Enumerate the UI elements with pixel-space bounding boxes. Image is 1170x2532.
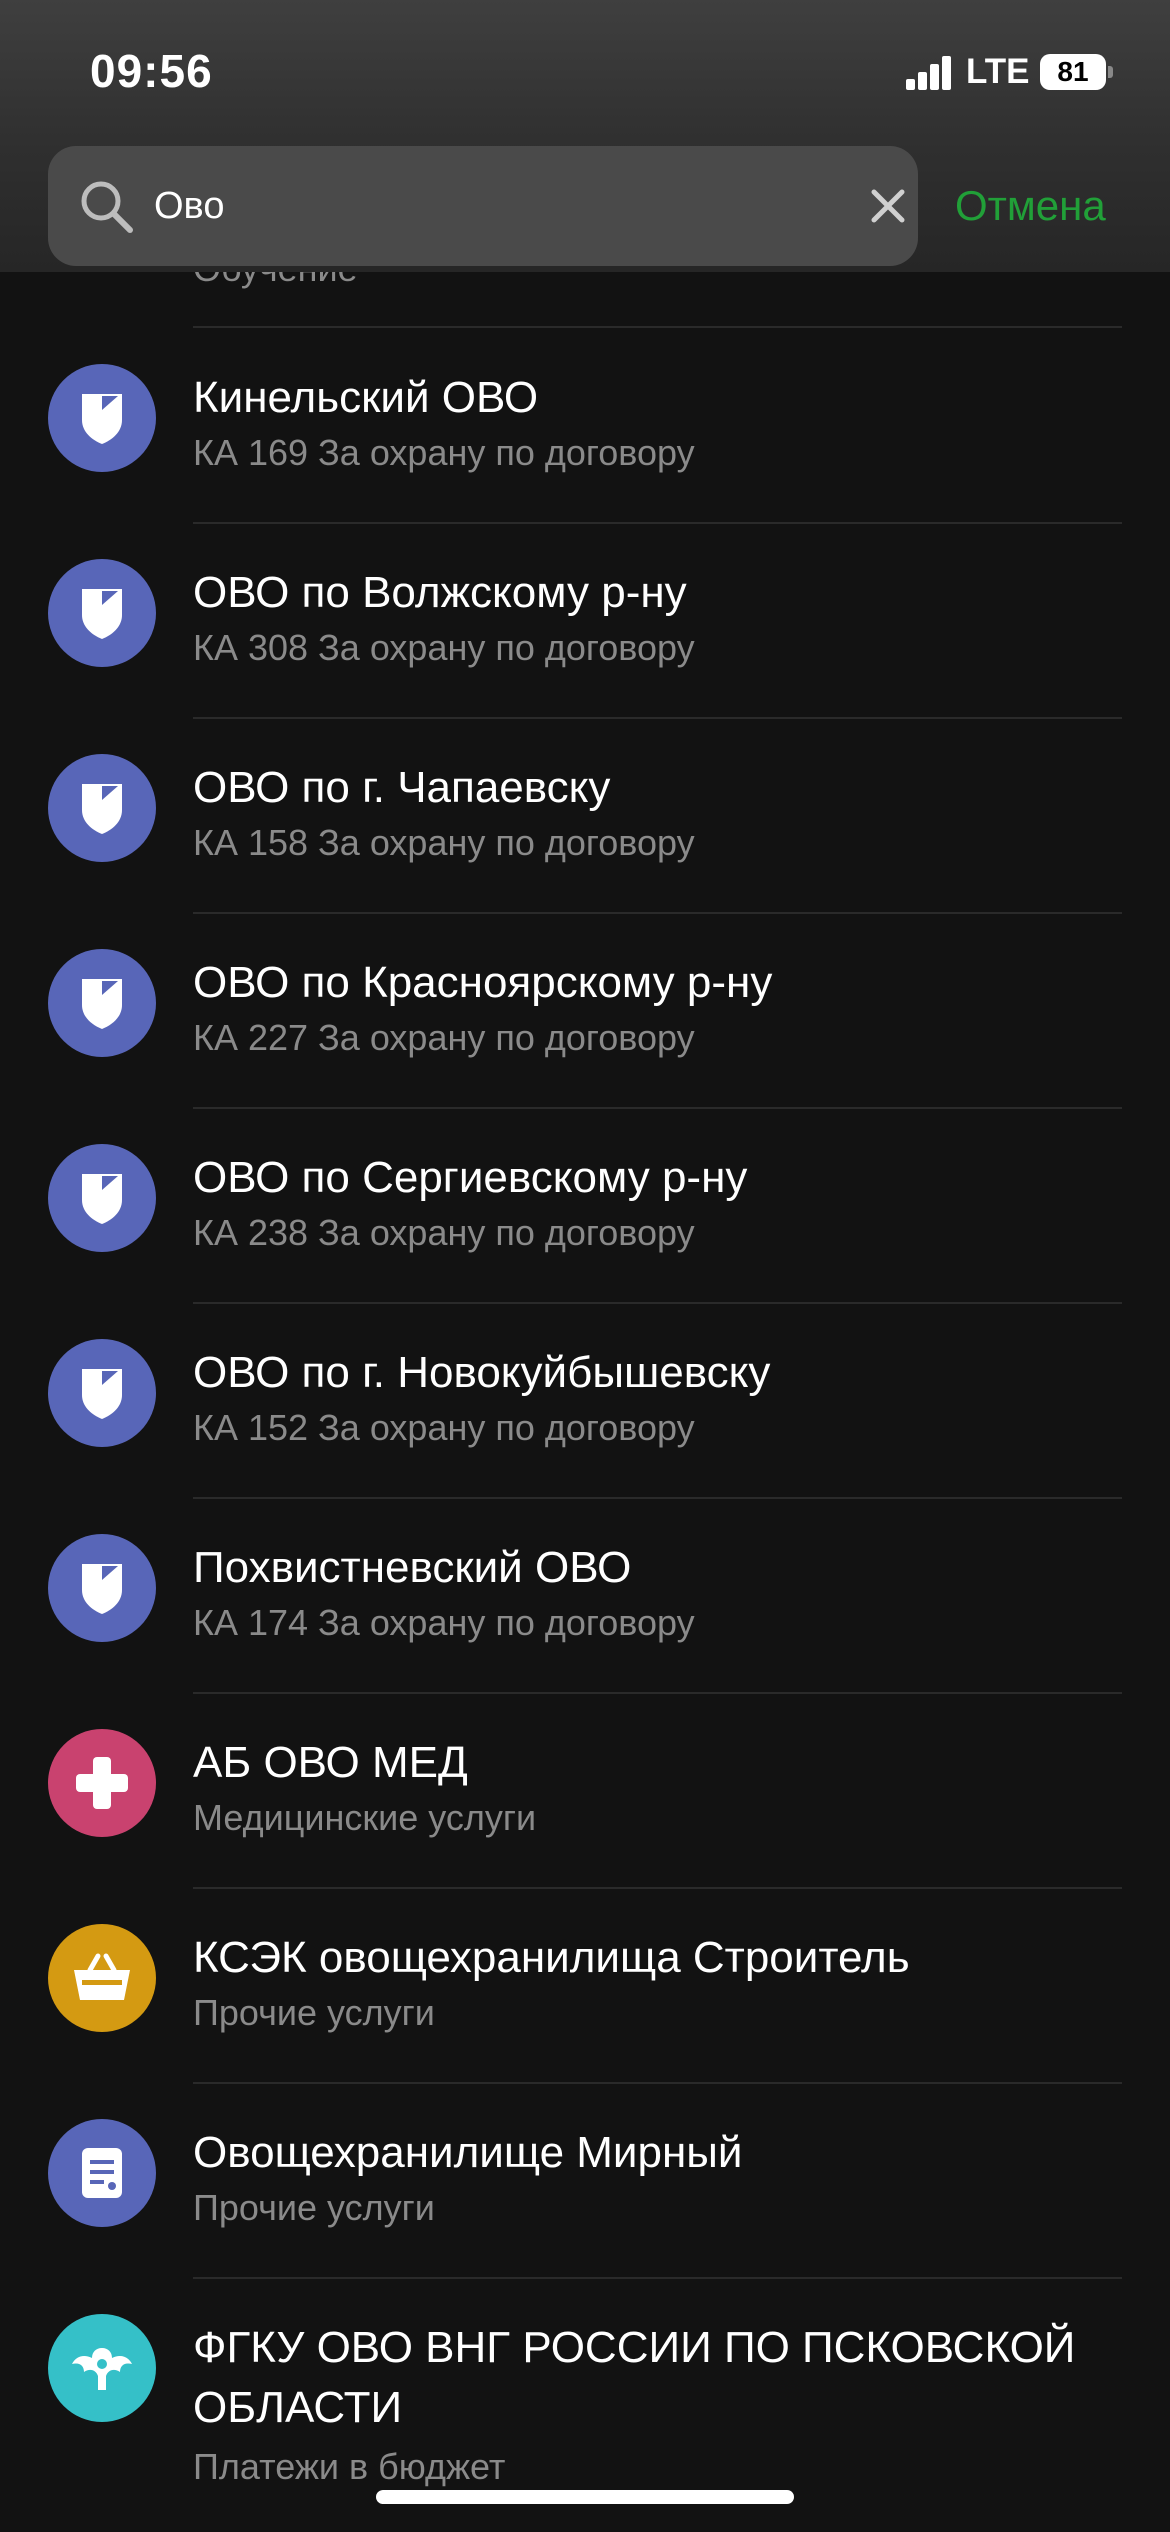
shield-icon: [48, 754, 156, 862]
status-bar: 09:56 LTE 81: [0, 0, 1170, 140]
search-header: 09:56 LTE 81 Отмена: [0, 0, 1170, 272]
eagle-emblem-icon: [48, 2314, 156, 2422]
item-title: ОВО по г. Новокуйбышевску: [193, 1348, 771, 1397]
battery-tip: [1108, 66, 1113, 78]
shield-icon: [48, 949, 156, 1057]
item-subtitle: Платежи в бюджет: [193, 2446, 506, 2487]
signal-icon: [906, 56, 952, 90]
search-input[interactable]: [154, 172, 834, 240]
shield-icon: [48, 1534, 156, 1642]
list-item[interactable]: Овощехранилище Мирный Прочие услуги: [0, 2083, 1170, 2278]
document-icon: [48, 2119, 156, 2227]
item-title: Овощехранилище Мирный: [193, 2128, 743, 2177]
item-title: Кинельский ОВО: [193, 373, 539, 422]
item-title: Похвистневский ОВО: [193, 1543, 632, 1592]
list-item[interactable]: Кинельский ОВО КА 169 За охрану по догов…: [0, 328, 1170, 523]
cancel-button[interactable]: Отмена: [955, 182, 1106, 230]
item-subtitle: КА 152 За охрану по договору: [193, 1407, 695, 1448]
item-subtitle: КА 238 За охрану по договору: [193, 1212, 695, 1253]
search-bar: [48, 146, 918, 266]
list-item[interactable]: ОВО по Красноярскому р-ну КА 227 За охра…: [0, 913, 1170, 1108]
item-subtitle: КА 308 За охрану по договору: [193, 627, 695, 668]
home-indicator[interactable]: [376, 2490, 794, 2504]
list-item[interactable]: АБ ОВО МЕД Медицинские услуги: [0, 1693, 1170, 1888]
shield-icon: [48, 559, 156, 667]
item-title: ОВО по Сергиевскому р-ну: [193, 1153, 748, 1202]
item-subtitle: Прочие услуги: [193, 2187, 435, 2228]
item-subtitle: Медицинские услуги: [193, 1797, 537, 1838]
shield-icon: [48, 1339, 156, 1447]
item-title: ОВО по Красноярскому р-ну: [193, 958, 773, 1007]
shield-icon: [48, 1144, 156, 1252]
item-subtitle: КА 174 За охрану по договору: [193, 1602, 695, 1643]
item-subtitle: КА 227 За охрану по договору: [193, 1017, 695, 1058]
list-item[interactable]: Похвистневский ОВО КА 174 За охрану по д…: [0, 1498, 1170, 1693]
basket-icon: [48, 1924, 156, 2032]
item-subtitle: Прочие услуги: [193, 1992, 435, 2033]
item-subtitle: КА 158 За охрану по договору: [193, 822, 695, 863]
list-item[interactable]: ОВО по Сергиевскому р-ну КА 238 За охран…: [0, 1108, 1170, 1303]
medical-cross-icon: [48, 1729, 156, 1837]
network-type: LTE: [966, 52, 1030, 91]
battery-icon: 81: [1040, 54, 1106, 90]
item-title: ОВО по Волжскому р-ну: [193, 568, 687, 617]
list-item[interactable]: ОВО по г. Новокуйбышевску КА 152 За охра…: [0, 1303, 1170, 1498]
item-title: ОВО по г. Чапаевску: [193, 763, 611, 812]
shield-icon: [48, 364, 156, 472]
search-icon: [81, 181, 133, 233]
item-title: АБ ОВО МЕД: [193, 1738, 468, 1787]
status-time: 09:56: [90, 45, 213, 97]
list-item[interactable]: КСЭК овощехранилища Строитель Прочие усл…: [0, 1888, 1170, 2083]
item-subtitle: КА 169 За охрану по договору: [193, 432, 695, 473]
list-item[interactable]: ОВО по г. Чапаевску КА 158 За охрану по …: [0, 718, 1170, 913]
clear-icon[interactable]: [868, 186, 908, 226]
list-item[interactable]: ОВО по Волжскому р-ну КА 308 За охрану п…: [0, 523, 1170, 718]
item-title: КСЭК овощехранилища Строитель: [193, 1933, 910, 1982]
item-title: ФГКУ ОВО ВНГ РОССИИ ПО ПСКОВСКОЙ ОБЛАСТИ: [193, 2323, 1076, 2432]
screen: Обучение Кинельский ОВО КА 169 За охрану…: [0, 0, 1170, 2532]
